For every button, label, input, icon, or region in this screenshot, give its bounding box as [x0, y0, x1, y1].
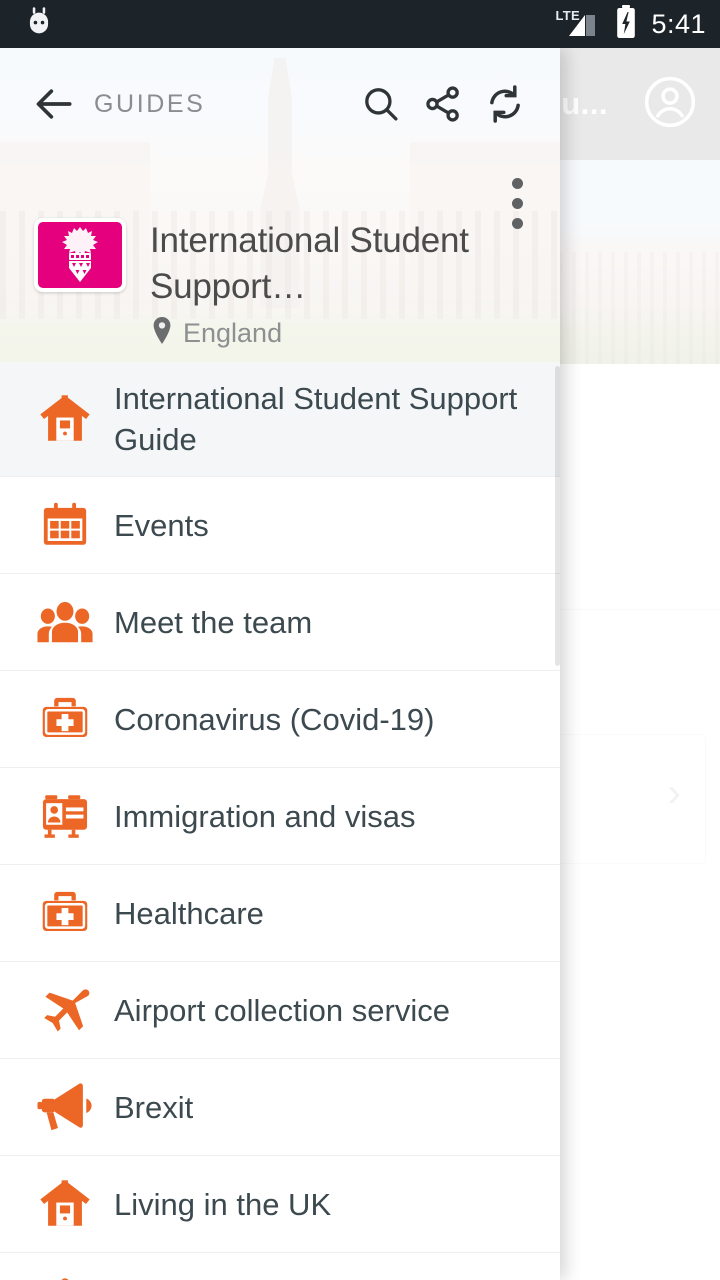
- sidebar-item-airport-collection-service[interactable]: Airport collection service: [0, 962, 560, 1058]
- sidebar-item-label: Immigration and visas: [114, 798, 416, 834]
- sidebar-item-meet-the-team[interactable]: Meet the team: [0, 574, 560, 670]
- partial-icon: [26, 1273, 104, 1280]
- university-crest-icon: [34, 218, 126, 292]
- drawer-toolbar-title: GUIDES: [94, 89, 206, 118]
- sidebar-item-label: Coronavirus (Covid-19): [114, 701, 435, 737]
- sidebar-item-international-student-support-guide[interactable]: International Student Support Guide: [0, 362, 560, 476]
- sidebar-item-coronavirus-covid-19[interactable]: Coronavirus (Covid-19): [0, 671, 560, 767]
- battery-charging-icon: [615, 4, 637, 44]
- sidebar-item-label: Brexit: [114, 1089, 194, 1125]
- sidebar-item-label: International Student Support Guide: [114, 381, 518, 457]
- first-aid-kit-icon: [26, 689, 104, 749]
- drawer-profile-location-text: England: [183, 318, 283, 348]
- sidebar-item-partial[interactable]: [0, 1253, 560, 1280]
- search-icon[interactable]: [350, 73, 412, 135]
- sidebar-item-label: Healthcare: [114, 895, 264, 931]
- drawer-profile-location: England: [150, 316, 536, 351]
- drawer-nav-list[interactable]: International Student Support Guide Even…: [0, 362, 560, 1280]
- sidebar-item-label: Meet the team: [114, 604, 313, 640]
- drawer-profile-name: International Student Support…: [150, 221, 469, 306]
- sidebar-item-label: Events: [114, 507, 209, 543]
- signal-bars-icon: LTE: [555, 8, 601, 39]
- drawer-profile: International Student Support… England: [0, 218, 560, 351]
- calendar-icon: [26, 495, 104, 555]
- sidebar-item-healthcare[interactable]: Healthcare: [0, 865, 560, 961]
- id-card-icon: [26, 786, 104, 846]
- people-group-icon: [26, 592, 104, 652]
- sidebar-item-label: Living in the UK: [114, 1186, 332, 1222]
- refresh-icon[interactable]: [474, 73, 536, 135]
- megaphone-icon: [26, 1077, 104, 1137]
- navigation-drawer: GUIDES International Student Support… En…: [0, 48, 560, 1280]
- sidebar-item-label: Airport collection service: [114, 992, 450, 1028]
- sidebar-item-living-in-the-uk[interactable]: Living in the UK: [0, 1156, 560, 1252]
- sidebar-item-brexit[interactable]: Brexit: [0, 1059, 560, 1155]
- sidebar-item-immigration-and-visas[interactable]: Immigration and visas: [0, 768, 560, 864]
- drawer-toolbar: GUIDES: [0, 72, 560, 136]
- network-type-label: LTE: [555, 8, 580, 23]
- first-aid-kit-icon: [26, 883, 104, 943]
- share-icon[interactable]: [412, 73, 474, 135]
- airplane-icon: [26, 980, 104, 1040]
- map-pin-icon: [150, 316, 174, 351]
- sidebar-item-events[interactable]: Events: [0, 477, 560, 573]
- more-vertical-icon[interactable]: [494, 168, 540, 238]
- app-screen: u... pport 32 ★ ★ ★ ★ › onala...: [0, 0, 720, 1280]
- drawer-scrollbar-thumb[interactable]: [555, 366, 560, 666]
- house-icon: [26, 389, 104, 449]
- drawer-header: GUIDES International Student Support… En…: [0, 48, 560, 362]
- clock-time: 5:41: [651, 8, 706, 39]
- android-head-icon: [22, 5, 56, 44]
- house-icon: [26, 1174, 104, 1234]
- arrow-left-icon[interactable]: [28, 77, 82, 131]
- status-bar: LTE 5:41: [0, 0, 720, 48]
- drawer-scrollbar[interactable]: [555, 366, 560, 1196]
